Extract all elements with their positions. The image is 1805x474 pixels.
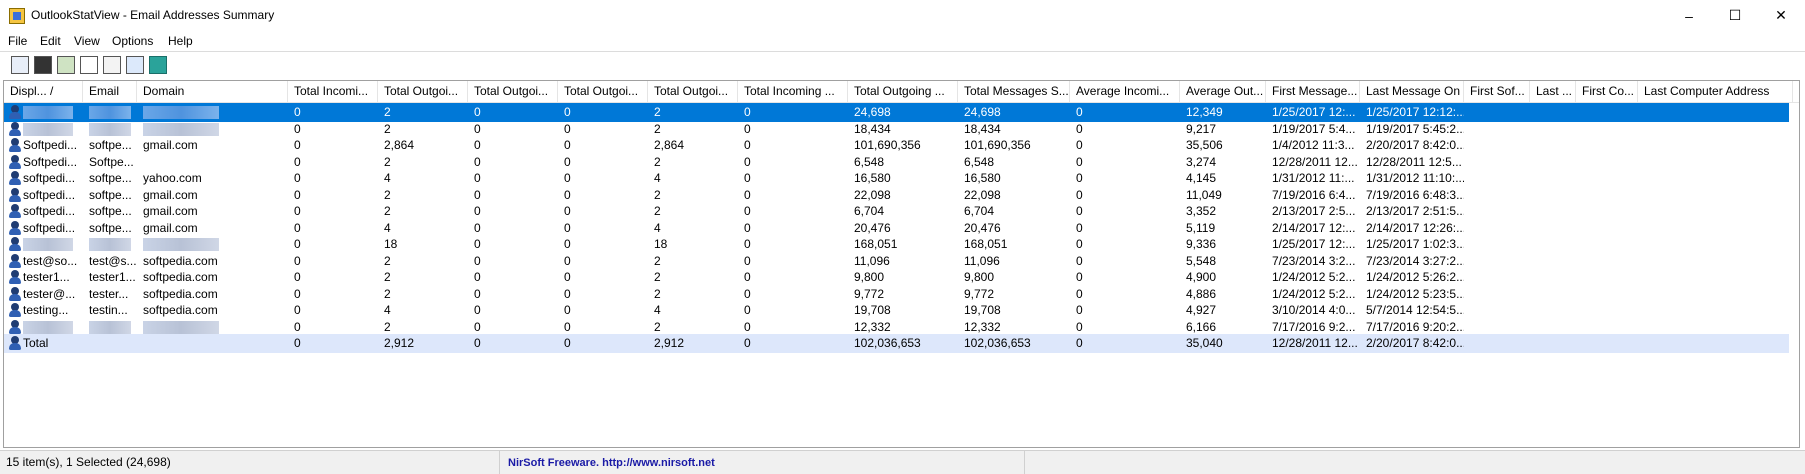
column-header[interactable]: Total Outgoi... bbox=[468, 81, 558, 102]
column-header[interactable]: Last Computer Address bbox=[1638, 81, 1793, 102]
menu-bar: File Edit View Options Help bbox=[0, 31, 1805, 51]
copy-icon[interactable] bbox=[80, 56, 98, 74]
column-header[interactable]: Total Outgoi... bbox=[378, 81, 468, 102]
app-icon bbox=[9, 8, 25, 24]
find-icon[interactable] bbox=[126, 56, 144, 74]
email-summary-list[interactable]: Displ... / Email Domain Total Incomi... Tota… bbox=[3, 80, 1800, 448]
cell-total-messages-size: 102,036,653 bbox=[964, 336, 1031, 350]
nirsoft-link[interactable]: NirSoft Freeware. http://www.nirsoft.net bbox=[508, 457, 715, 469]
contact-icon bbox=[8, 171, 21, 186]
html-report-icon[interactable] bbox=[103, 56, 121, 74]
redacted-text bbox=[89, 122, 131, 136]
total-row[interactable]: Total 0 2,912 0 0 2,912 0 102,036,653 102,036,65… bbox=[4, 334, 1789, 353]
cell-domain bbox=[137, 334, 288, 353]
cell-average-outgoing: 35,040 bbox=[1186, 336, 1223, 350]
cell-display-name: Total bbox=[23, 336, 49, 350]
redacted-text bbox=[23, 106, 73, 120]
contact-icon bbox=[8, 154, 21, 170]
redacted-text bbox=[143, 320, 219, 334]
column-header[interactable]: First Message... bbox=[1266, 81, 1360, 102]
column-header[interactable]: Total Messages S... bbox=[958, 81, 1070, 102]
window-title: OutlookStatView - Email Addresses Summar… bbox=[31, 8, 275, 22]
column-header[interactable]: Last Message On bbox=[1360, 81, 1464, 102]
redacted-text bbox=[23, 122, 73, 136]
cell-total-outgoing: 2,912 bbox=[654, 336, 685, 350]
list-header: Displ... / Email Domain Total Incomi... Tota… bbox=[4, 81, 1799, 103]
cell-average-incoming: 0 bbox=[1076, 336, 1083, 350]
contact-icon bbox=[8, 270, 21, 285]
redacted-text bbox=[143, 106, 219, 120]
column-header[interactable]: Total Incomi... bbox=[288, 81, 378, 102]
column-header[interactable]: Total Incoming ... bbox=[738, 81, 848, 102]
cell-email bbox=[83, 334, 137, 353]
contact-icon bbox=[8, 237, 21, 252]
toolbar bbox=[0, 51, 1805, 79]
menu-edit[interactable]: Edit bbox=[40, 34, 61, 48]
cell-total-incoming-size: 0 bbox=[744, 336, 751, 350]
column-header[interactable]: Last ... bbox=[1530, 81, 1576, 102]
column-header[interactable]: Average Out... bbox=[1180, 81, 1266, 102]
refresh-icon[interactable] bbox=[57, 56, 75, 74]
menu-file[interactable]: File bbox=[8, 34, 27, 48]
column-header[interactable]: First Co... bbox=[1576, 81, 1638, 102]
maximize-button[interactable]: ☐ bbox=[1712, 0, 1758, 31]
cell-total-outgoing-bcc: 0 bbox=[564, 336, 571, 350]
cell-total-incoming: 0 bbox=[294, 336, 301, 350]
properties-icon[interactable] bbox=[11, 56, 29, 74]
column-header[interactable]: First Sof... bbox=[1464, 81, 1530, 102]
menu-view[interactable]: View bbox=[74, 34, 100, 48]
close-button[interactable]: ✕ bbox=[1758, 0, 1804, 31]
contact-icon bbox=[8, 138, 21, 153]
cell-total-outgoing-to: 2,912 bbox=[384, 336, 415, 350]
redacted-text bbox=[89, 106, 131, 120]
title-bar: OutlookStatView - Email Addresses Summar… bbox=[0, 0, 1805, 31]
column-header[interactable]: Email bbox=[83, 81, 137, 102]
contact-icon bbox=[8, 105, 21, 120]
column-header[interactable]: Domain bbox=[137, 81, 288, 102]
contact-icon bbox=[8, 204, 21, 219]
contact-icon bbox=[8, 121, 21, 137]
cell-first-message: 12/28/2011 12... bbox=[1272, 336, 1358, 350]
column-header[interactable]: Total Outgoi... bbox=[558, 81, 648, 102]
column-header[interactable]: Displ... / bbox=[4, 81, 83, 102]
cell-last-message: 2/20/2017 8:42:0... bbox=[1366, 336, 1464, 350]
save-icon[interactable] bbox=[34, 56, 52, 74]
redacted-text bbox=[23, 320, 73, 334]
minimize-button[interactable]: – bbox=[1666, 0, 1712, 31]
status-empty-pane bbox=[1025, 451, 1805, 474]
status-item-count: 15 item(s), 1 Selected (24,698) bbox=[0, 451, 500, 474]
contact-icon bbox=[8, 187, 21, 203]
redacted-text bbox=[23, 238, 73, 252]
contact-icon bbox=[8, 253, 21, 269]
column-header[interactable]: Total Outgoi... bbox=[648, 81, 738, 102]
redacted-text bbox=[89, 320, 131, 334]
cell-total-outgoing-cc: 0 bbox=[474, 336, 481, 350]
menu-help[interactable]: Help bbox=[168, 34, 193, 48]
redacted-text bbox=[143, 122, 219, 136]
redacted-text bbox=[89, 238, 131, 252]
contact-icon bbox=[8, 319, 21, 335]
status-bar: 15 item(s), 1 Selected (24,698) NirSoft … bbox=[0, 450, 1805, 474]
cell-total-outgoing-size: 102,036,653 bbox=[854, 336, 921, 350]
contact-icon bbox=[8, 220, 21, 236]
column-header[interactable]: Average Incomi... bbox=[1070, 81, 1180, 102]
column-header[interactable]: Total Outgoing ... bbox=[848, 81, 958, 102]
contact-icon bbox=[8, 303, 21, 318]
menu-options[interactable]: Options bbox=[112, 34, 153, 48]
contact-icon bbox=[8, 286, 21, 302]
exit-icon[interactable] bbox=[149, 56, 167, 74]
redacted-text bbox=[143, 238, 219, 252]
contact-icon bbox=[8, 336, 21, 351]
